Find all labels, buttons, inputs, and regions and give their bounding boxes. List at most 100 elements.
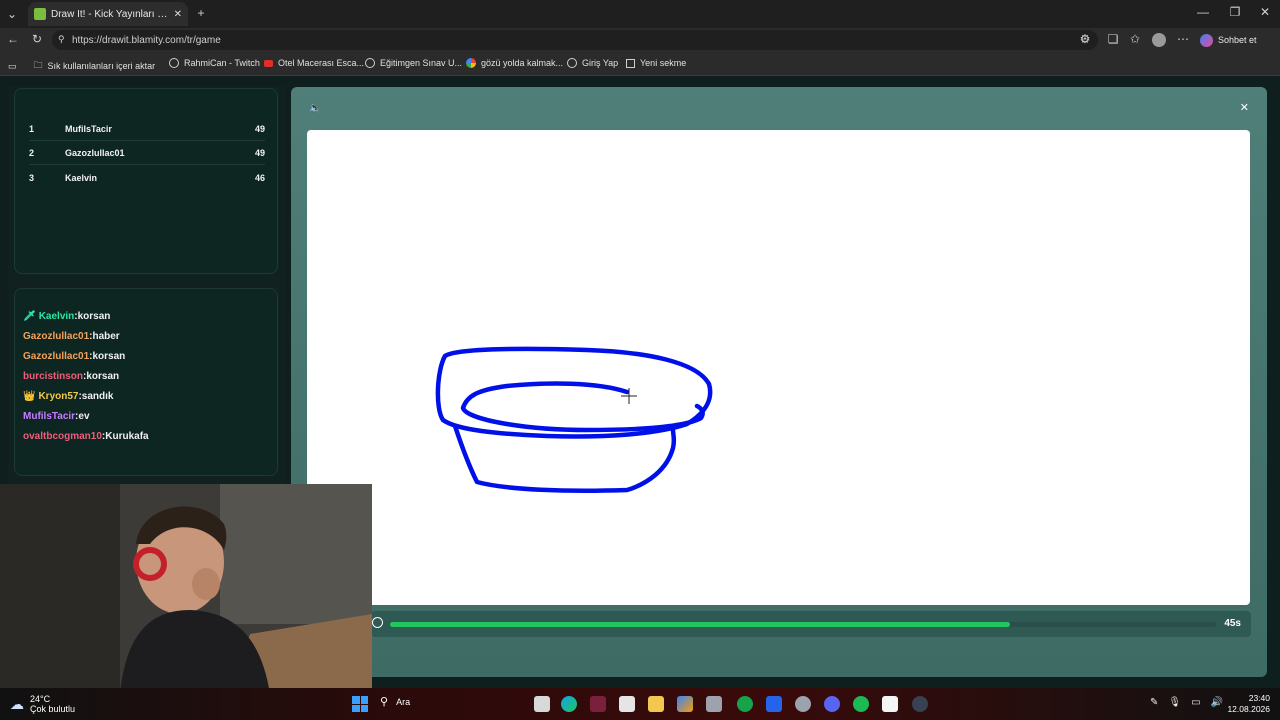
- app-icon[interactable]: [590, 696, 606, 712]
- url-text: https://drawit.blamity.com/tr/game: [72, 34, 221, 46]
- collections-icon[interactable]: ❏: [1106, 32, 1120, 46]
- extensions-icon[interactable]: ⚙: [1078, 32, 1092, 46]
- chat-message: Gazozlullac01:haber: [23, 331, 120, 342]
- mic-icon[interactable]: 🎙: [1168, 697, 1181, 708]
- globe-icon: [169, 58, 179, 68]
- discord-icon[interactable]: [824, 696, 840, 712]
- timer-text: 45s: [1224, 618, 1241, 629]
- clock-time: 23:40: [1248, 693, 1270, 703]
- edge-icon[interactable]: [561, 696, 577, 712]
- site-icon: [365, 58, 375, 68]
- player-name: Kaelvin: [65, 173, 98, 183]
- new-tab-button[interactable]: +: [194, 5, 208, 21]
- chat-username[interactable]: Kryon57: [38, 391, 78, 402]
- site-info-icon[interactable]: ⚲: [58, 34, 65, 45]
- sidebar-toggle-icon[interactable]: ▭: [8, 61, 17, 72]
- chat-text: :korsan: [83, 371, 120, 382]
- start-icon[interactable]: [352, 696, 368, 712]
- bookmark-yeni-sekme[interactable]: Yeni sekme: [626, 58, 686, 68]
- profile-avatar[interactable]: [1152, 33, 1166, 47]
- chat-username[interactable]: burcistinson: [23, 371, 83, 382]
- import-icon: 🗀: [33, 60, 43, 70]
- player-score: 49: [254, 147, 265, 158]
- back-icon[interactable]: ←: [6, 32, 20, 46]
- close-tab-icon[interactable]: ✕: [174, 9, 182, 20]
- chat-username[interactable]: Gazozlullac01: [23, 351, 89, 362]
- bookmark-egitimgen[interactable]: Eğitimgen Sınav U...: [365, 58, 462, 68]
- player-score: 46: [254, 173, 265, 183]
- chat-panel: 🗡 Kaelvin:korsan Gazozlullac01:haber Gazozl…: [14, 288, 278, 476]
- timer-bar: 45s: [371, 611, 1251, 637]
- bookmark-gozu[interactable]: gözü yolda kalmak...: [466, 58, 563, 68]
- reload-icon[interactable]: ↻: [30, 32, 44, 46]
- weather-desc: Çok bulutlu: [30, 704, 76, 714]
- leaderboard-row: 1 MufilsTacir 49: [29, 117, 265, 141]
- chat-text: :haber: [89, 331, 120, 342]
- copilot-button[interactable]: Sohbet et: [1200, 32, 1257, 48]
- weather-widget[interactable]: ☁ 24°C Çok bulutlu: [10, 694, 75, 714]
- bookmark-otel[interactable]: Otel Macerası Esca...: [264, 58, 364, 68]
- minimize-icon[interactable]: —: [1196, 5, 1210, 19]
- taskbar-search[interactable]: ⚲ Ara: [380, 695, 410, 708]
- volume-icon[interactable]: 🔊: [1211, 697, 1223, 708]
- windows-taskbar: ☁ 24°C Çok bulutlu ⚲ Ara ✎ 🎙 ▭ 🔊 23:40 1…: [0, 688, 1280, 720]
- sound-icon[interactable]: 🔈: [309, 103, 321, 114]
- vscode-icon[interactable]: [766, 696, 782, 712]
- chat-text: :sandık: [78, 391, 114, 402]
- url-field[interactable]: ⚲ https://drawit.blamity.com/tr/game ☆: [52, 30, 1098, 50]
- chat-message: Gazozlullac01:korsan: [23, 351, 125, 362]
- chat-username[interactable]: MufilsTacir: [23, 411, 75, 422]
- bookmark-label: RahmiCan - Twitch: [184, 58, 260, 68]
- chat-username[interactable]: Kaelvin: [39, 311, 75, 322]
- spotify-icon[interactable]: [853, 696, 869, 712]
- settings-icon[interactable]: [795, 696, 811, 712]
- timer-progress-fill: [390, 622, 1010, 627]
- chat-message: MufilsTacir:ev: [23, 411, 90, 422]
- copilot-taskbar-icon[interactable]: [677, 696, 693, 712]
- clock[interactable]: 23:40 12.08.2026: [1226, 693, 1270, 715]
- youtube-icon: [264, 59, 273, 67]
- tab-actions-icon[interactable]: ⌄: [4, 6, 20, 22]
- address-toolbar: ← ↻ ⚲ https://drawit.blamity.com/tr/game…: [0, 28, 1280, 52]
- bookmark-giris[interactable]: Giriş Yap: [567, 58, 618, 68]
- copilot-icon: [1200, 33, 1213, 47]
- browser-tab[interactable]: Draw It! - Kick Yayınları İçin Ç ✕: [28, 2, 188, 26]
- drawing-canvas[interactable]: [307, 130, 1250, 605]
- chat-username[interactable]: ovaltbcogman10: [23, 431, 102, 442]
- google-icon: [466, 58, 476, 68]
- webcam-overlay: [0, 484, 372, 694]
- player-name: Gazozlullac01: [65, 147, 125, 158]
- obs-icon[interactable]: [912, 696, 928, 712]
- tray-icons[interactable]: ✎ 🎙 ▭ 🔊: [1150, 697, 1223, 708]
- bookmark-import[interactable]: ▭ 🗀 Sık kullanılanları içeri aktar: [8, 58, 155, 74]
- globe-icon: [567, 58, 577, 68]
- more-menu-icon[interactable]: ⋯: [1176, 32, 1190, 46]
- close-window-icon[interactable]: ✕: [1258, 5, 1272, 19]
- timer-track: [390, 622, 1216, 627]
- app-icon[interactable]: [882, 696, 898, 712]
- search-label: Ara: [396, 696, 411, 707]
- copilot-label: Sohbet et: [1218, 35, 1257, 45]
- browser-tab-bar: ⌄ Draw It! - Kick Yayınları İçin Ç ✕ + —…: [0, 0, 1280, 28]
- search-icon: ⚲: [380, 696, 389, 708]
- rank-number: 2: [29, 147, 35, 158]
- leaderboard-row: 3 Kaelvin 46: [29, 166, 265, 190]
- explorer-icon[interactable]: [648, 696, 664, 712]
- chat-username[interactable]: Gazozlullac01: [23, 331, 89, 342]
- pen-icon[interactable]: ✎: [1150, 697, 1158, 708]
- favorites-icon[interactable]: ✩: [1128, 32, 1142, 46]
- restore-icon[interactable]: ❐: [1228, 5, 1242, 19]
- close-game-icon[interactable]: ✕: [1240, 101, 1249, 114]
- chat-text: :korsan: [89, 351, 126, 362]
- streamer-webcam-image: [0, 484, 372, 694]
- xbox-icon[interactable]: [737, 696, 753, 712]
- app-icon[interactable]: [706, 696, 722, 712]
- bookmark-rahmican[interactable]: RahmiCan - Twitch: [169, 58, 260, 68]
- taskview-icon[interactable]: [534, 696, 550, 712]
- network-icon[interactable]: ▭: [1191, 697, 1200, 708]
- chat-message: 🗡 Kaelvin:korsan: [23, 311, 110, 322]
- store-icon[interactable]: [619, 696, 635, 712]
- bookmark-label: Giriş Yap: [582, 58, 619, 68]
- game-page: 1 MufilsTacir 49 2 Gazozlullac01 49 3 Ka…: [0, 76, 1280, 694]
- bowl-rim-inner-stroke: [460, 381, 705, 433]
